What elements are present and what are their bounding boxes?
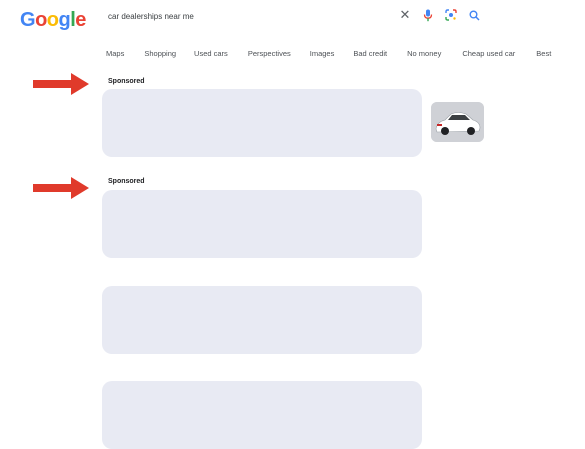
tab-images[interactable]: Images — [310, 49, 335, 58]
tab-best[interactable]: Best — [536, 49, 551, 58]
camera-lens-icon[interactable] — [444, 8, 458, 22]
close-icon[interactable]: ✕ — [398, 7, 412, 22]
car-image — [431, 102, 484, 142]
microphone-icon[interactable] — [421, 8, 435, 22]
sponsored-result-placeholder[interactable] — [102, 89, 422, 157]
google-logo[interactable]: Google — [20, 9, 86, 32]
logo-letter: g — [58, 9, 71, 31]
logo-letter: o — [46, 9, 59, 31]
tab-bad-credit[interactable]: Bad credit — [353, 49, 387, 58]
tab-no-money[interactable]: No money — [407, 49, 441, 58]
logo-letter: G — [20, 9, 36, 31]
sponsored-result-placeholder[interactable] — [102, 190, 422, 258]
search-tabs: Maps Shopping Used cars Perspectives Ima… — [106, 49, 551, 58]
red-arrow-icon — [33, 177, 89, 199]
result-placeholder[interactable] — [102, 381, 422, 449]
tab-shopping[interactable]: Shopping — [144, 49, 176, 58]
car-thumbnail[interactable] — [431, 102, 484, 142]
tab-perspectives[interactable]: Perspectives — [248, 49, 291, 58]
logo-letter: o — [35, 9, 47, 31]
search-input[interactable]: car dealerships near me — [108, 12, 194, 21]
red-arrow-icon — [33, 73, 89, 95]
sponsored-label: Sponsored — [108, 178, 145, 185]
search-actions: ✕ — [398, 7, 481, 22]
sponsored-label: Sponsored — [108, 78, 145, 85]
search-icon[interactable] — [467, 8, 481, 22]
result-placeholder[interactable] — [102, 286, 422, 354]
tab-cheap-used-car[interactable]: Cheap used car — [462, 49, 515, 58]
tab-used-cars[interactable]: Used cars — [194, 49, 228, 58]
logo-letter: e — [75, 9, 86, 31]
tab-maps[interactable]: Maps — [106, 49, 124, 58]
